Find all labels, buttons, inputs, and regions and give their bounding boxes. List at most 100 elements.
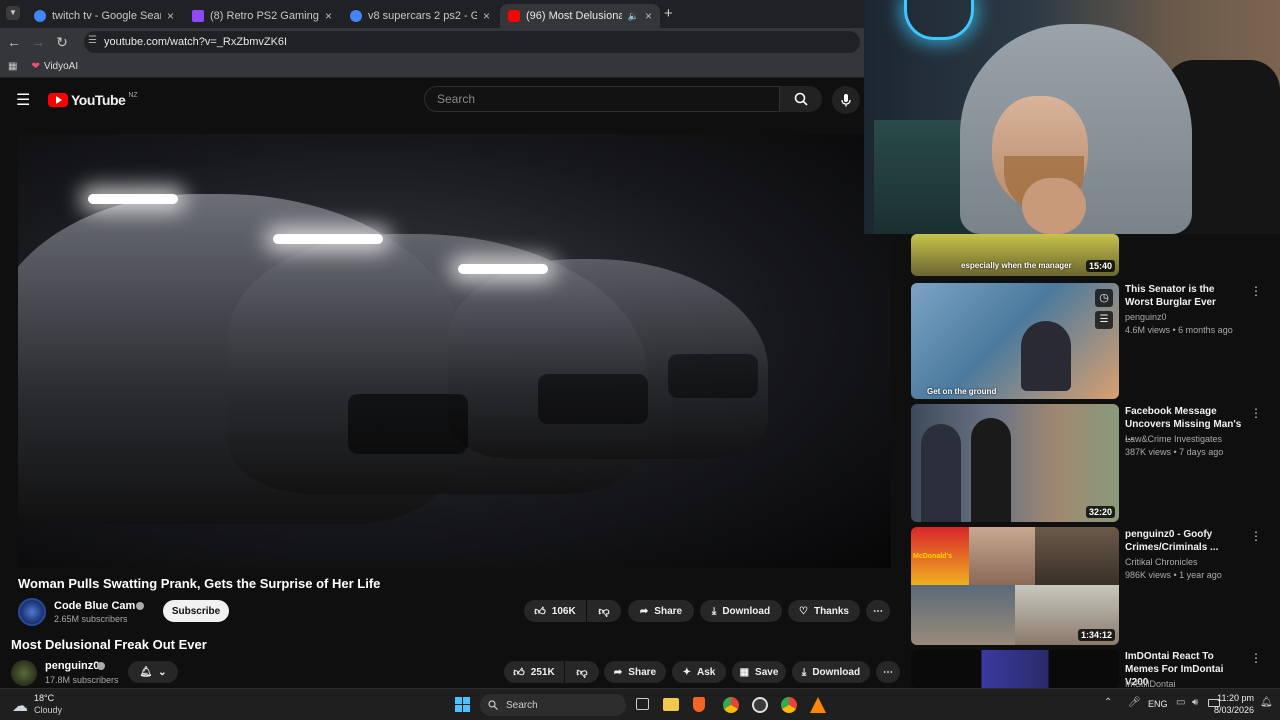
- recommendation-thumbnail[interactable]: 32:20: [911, 404, 1119, 522]
- browser-tab[interactable]: (8) Retro PS2 Gaming- NEED FO ×: [184, 4, 340, 28]
- voice-search-button[interactable]: [832, 86, 860, 114]
- close-icon[interactable]: ×: [325, 9, 332, 23]
- thanks-button[interactable]: ♡ Thanks: [788, 600, 860, 622]
- more-horizontal-icon: ⋯: [873, 605, 883, 617]
- windows-start-icon[interactable]: [455, 697, 470, 712]
- more-actions-button[interactable]: ⋯: [866, 600, 890, 622]
- obs-icon[interactable]: [752, 697, 768, 713]
- recommendation-channel[interactable]: Law&Crime Investigates: [1125, 434, 1222, 444]
- logo-text: YouTube: [71, 92, 126, 108]
- recommendation-channel[interactable]: penguinz0: [1125, 312, 1167, 322]
- channel-name[interactable]: penguinz0: [45, 660, 99, 672]
- browser-tab[interactable]: v8 supercars 2 ps2 - Google Se ×: [342, 4, 498, 28]
- network-icon[interactable]: ▭: [1176, 697, 1185, 708]
- duration-badge: 15:40: [1085, 260, 1115, 272]
- youtube-logo[interactable]: YouTube NZ: [48, 92, 138, 108]
- share-button[interactable]: ➦ Share: [604, 661, 666, 683]
- browser-tab-bar: ▼ twitch tv - Google Search × (8) Retro …: [0, 0, 864, 28]
- language-indicator[interactable]: ENG: [1148, 699, 1168, 709]
- dislike-button[interactable]: 👎︎: [587, 600, 621, 622]
- more-vertical-icon[interactable]: ⋮: [1250, 406, 1262, 420]
- url-field[interactable]: ☰ youtube.com/watch?v=_RxZbmvZK6I: [84, 31, 860, 53]
- microphone-icon[interactable]: 🎤︎: [1128, 697, 1141, 708]
- task-view-icon[interactable]: [636, 698, 649, 710]
- more-actions-button[interactable]: ⋯: [876, 661, 900, 683]
- chrome-icon[interactable]: [723, 697, 739, 713]
- youtube-icon: [508, 10, 520, 22]
- light-bar-glow: [458, 264, 548, 274]
- main-video-title: Most Delusional Freak Out Ever: [11, 637, 207, 652]
- tab-title: twitch tv - Google Search: [52, 10, 161, 22]
- recommendation-thumbnail[interactable]: Get on the ground ◷ ☰: [911, 283, 1119, 399]
- subscribed-bell-button[interactable]: 🔔︎ ⌄: [128, 661, 178, 683]
- download-button[interactable]: ⤓ Download: [700, 600, 782, 622]
- notification-bell-icon[interactable]: 🔔︎: [1260, 697, 1273, 708]
- channel-avatar[interactable]: [11, 660, 37, 686]
- subscribe-button[interactable]: Subscribe: [163, 600, 229, 622]
- app-shield-icon[interactable]: [693, 697, 705, 712]
- browser-tab-active[interactable]: (96) Most Delusional Freak 🔈 ×: [500, 4, 660, 28]
- file-explorer-icon[interactable]: [663, 698, 679, 711]
- reload-icon[interactable]: ↻: [50, 34, 74, 51]
- close-icon[interactable]: ×: [167, 9, 174, 23]
- recommendation-thumbnail[interactable]: McDonald's 1:34:12: [911, 527, 1119, 645]
- recommendation-thumbnail[interactable]: [911, 650, 1119, 688]
- save-label: Save: [755, 666, 779, 678]
- dislike-button[interactable]: 👎︎: [565, 661, 599, 683]
- channel-name[interactable]: Code Blue Cam: [54, 600, 135, 612]
- save-button[interactable]: ▦ Save: [732, 661, 786, 683]
- speaker-icon[interactable]: 🔈: [628, 11, 639, 22]
- channel-avatar[interactable]: [18, 598, 46, 626]
- watch-later-icon[interactable]: ◷: [1095, 289, 1113, 307]
- share-button[interactable]: ➦ Share: [628, 600, 694, 622]
- back-icon[interactable]: ←: [2, 34, 26, 50]
- close-icon[interactable]: ×: [483, 9, 490, 23]
- bookmarks-bar: ▦ ❤ VidyoAI: [0, 56, 864, 78]
- recommendation-thumbnail[interactable]: especially when the manager 15:40: [911, 234, 1119, 276]
- heart-dollar-icon: ♡: [799, 605, 808, 617]
- close-icon[interactable]: ×: [645, 9, 652, 23]
- light-bar-glow: [273, 234, 383, 244]
- clock-time[interactable]: 11:20 pm: [1214, 693, 1254, 703]
- add-to-queue-icon[interactable]: ☰: [1095, 311, 1113, 329]
- more-vertical-icon[interactable]: ⋮: [1250, 529, 1262, 543]
- chrome-icon[interactable]: [781, 697, 797, 713]
- video-player[interactable]: [18, 134, 891, 568]
- share-label: Share: [628, 666, 657, 678]
- like-button[interactable]: 👍︎ 251K: [504, 661, 564, 683]
- site-info-icon[interactable]: ☰: [88, 35, 97, 46]
- like-button[interactable]: 👍︎ 106K: [524, 600, 586, 622]
- ask-button[interactable]: ✦ Ask: [672, 661, 726, 683]
- share-label: Share: [654, 605, 683, 617]
- cloud-icon: ☁: [12, 698, 28, 715]
- browser-tab[interactable]: twitch tv - Google Search ×: [26, 4, 182, 28]
- menu-icon[interactable]: ☰: [16, 90, 30, 110]
- person-figure: [971, 418, 1011, 522]
- forward-icon[interactable]: →: [26, 34, 50, 50]
- recommendation-channel[interactable]: Critikal Chronicles: [1125, 557, 1198, 567]
- apps-grid-icon[interactable]: ▦: [8, 61, 17, 72]
- recommendation-title[interactable]: penguinz0 - Goofy Crimes/Criminals ...: [1125, 528, 1243, 554]
- clock-date[interactable]: 8/03/2026: [1206, 705, 1254, 715]
- download-button[interactable]: ⤓ Download: [792, 661, 870, 683]
- tab-title: (96) Most Delusional Freak: [526, 10, 622, 22]
- volume-icon[interactable]: 🔊︎: [1192, 697, 1198, 708]
- chevron-up-icon[interactable]: ⌃: [1104, 697, 1112, 708]
- tab-list-icon[interactable]: ▼: [6, 6, 20, 20]
- google-icon: [350, 10, 362, 22]
- taskbar-search[interactable]: Search: [480, 694, 626, 716]
- grille-detail: [668, 354, 758, 398]
- bookmark-item[interactable]: ❤ VidyoAI: [31, 61, 78, 72]
- vlc-icon[interactable]: [810, 697, 826, 713]
- weather-temperature[interactable]: 18°C: [34, 693, 54, 703]
- new-tab-button[interactable]: +: [664, 5, 673, 22]
- ask-label: Ask: [697, 666, 716, 678]
- search-input[interactable]: Search: [424, 86, 780, 112]
- search-button[interactable]: [780, 86, 822, 112]
- thumbs-up-icon: 👍︎: [513, 666, 525, 679]
- more-vertical-icon[interactable]: ⋮: [1250, 651, 1262, 665]
- more-vertical-icon[interactable]: ⋮: [1250, 284, 1262, 298]
- recommendation-title[interactable]: This Senator is the Worst Burglar Ever: [1125, 283, 1243, 309]
- thanks-label: Thanks: [813, 605, 849, 617]
- weather-condition[interactable]: Cloudy: [34, 705, 62, 715]
